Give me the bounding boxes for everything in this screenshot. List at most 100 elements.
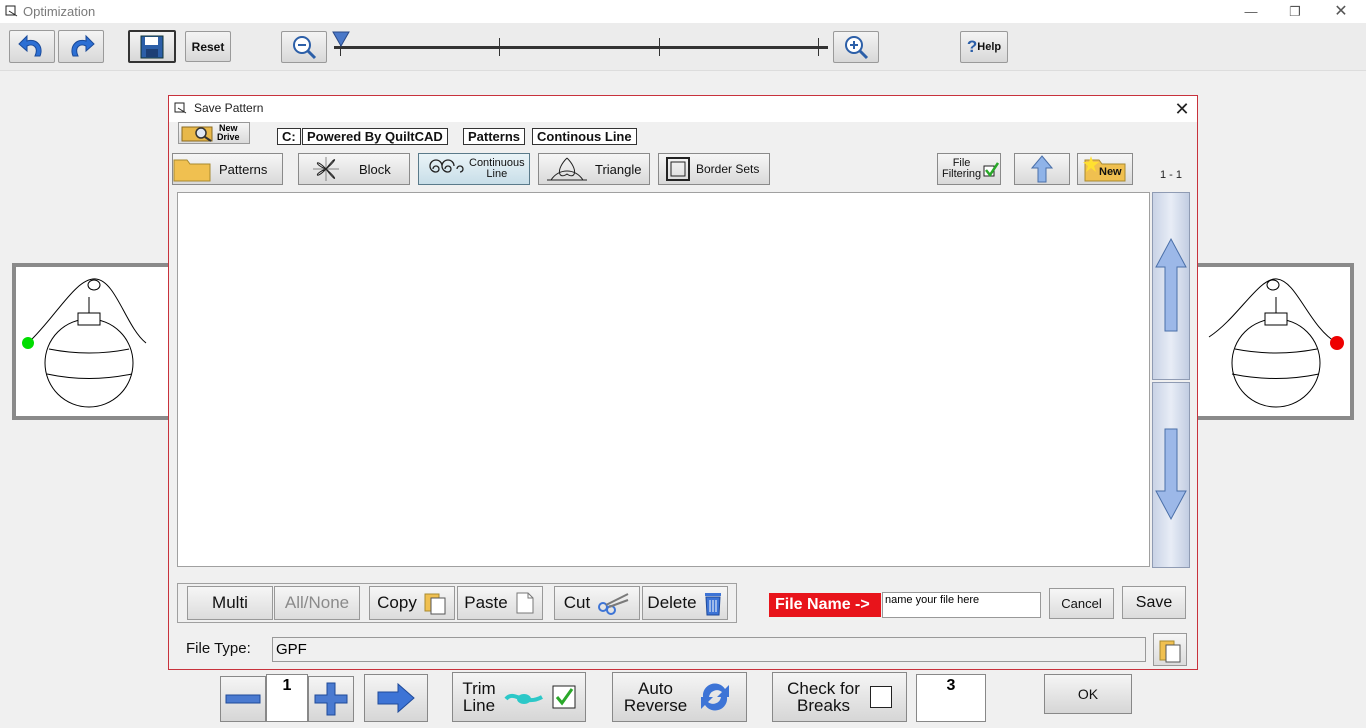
category-border-sets[interactable]: Border Sets xyxy=(658,153,770,185)
breadcrumb-drive[interactable]: C: xyxy=(277,128,301,145)
minimize-button[interactable]: — xyxy=(1228,0,1274,23)
right-arrow-icon xyxy=(377,682,415,714)
plus-icon xyxy=(314,682,348,716)
zoom-tick xyxy=(659,38,660,56)
next-arrow-button[interactable] xyxy=(364,674,428,722)
clipboard-icon xyxy=(1159,640,1181,662)
scroll-up-arrow-icon xyxy=(1155,237,1187,332)
breadcrumb-quiltcad[interactable]: Powered By QuiltCAD xyxy=(302,128,448,145)
trim-line-icon xyxy=(504,693,543,704)
new-drive-label-2: Drive xyxy=(217,132,240,142)
scroll-down-button[interactable] xyxy=(1152,382,1190,568)
new-folder-label: New xyxy=(1099,166,1122,178)
border-icon xyxy=(666,157,690,181)
copy-icon xyxy=(424,593,446,615)
cancel-button[interactable]: Cancel xyxy=(1049,588,1114,619)
breadcrumb-patterns[interactable]: Patterns xyxy=(463,128,526,145)
copy-label: Copy xyxy=(377,593,417,612)
all-none-button[interactable]: All/None xyxy=(274,586,360,620)
decrement-button[interactable] xyxy=(220,676,266,722)
trim-line-label-1: Trim xyxy=(462,679,496,698)
block-icon xyxy=(313,157,339,181)
trim-line-checkbox[interactable] xyxy=(552,685,576,709)
help-icon: ? xyxy=(966,37,978,56)
redo-button[interactable] xyxy=(58,30,104,63)
window-title: Optimization xyxy=(23,4,96,19)
pattern-preview-end xyxy=(1185,263,1354,420)
restore-button[interactable]: ❐ xyxy=(1272,0,1318,23)
stepper-value[interactable]: 1 xyxy=(266,674,308,722)
file-name-input[interactable] xyxy=(882,592,1041,618)
file-filtering-button[interactable]: File Filtering xyxy=(937,153,1001,185)
new-folder-button[interactable]: New xyxy=(1077,153,1133,185)
file-type-browse-button[interactable] xyxy=(1153,633,1187,666)
window-titlebar: Optimization — ❐ ✕ xyxy=(0,0,1366,23)
page-indicator: 1 - 1 xyxy=(1159,169,1182,181)
scroll-down-arrow-icon xyxy=(1155,428,1187,521)
increment-button[interactable] xyxy=(308,676,354,722)
minus-icon xyxy=(225,694,261,704)
auto-reverse-label-1: Auto xyxy=(638,679,673,698)
zoom-tick xyxy=(499,38,500,56)
start-point-dot xyxy=(22,337,34,349)
main-toolbar: Reset ? Help xyxy=(0,23,1366,71)
check-breaks-button[interactable]: Check for Breaks xyxy=(772,672,907,722)
auto-reverse-button[interactable]: Auto Reverse xyxy=(612,672,747,722)
trash-icon xyxy=(704,593,721,616)
close-button[interactable]: ✕ xyxy=(1318,0,1364,23)
ornament-pattern-drawing xyxy=(1208,278,1344,408)
multi-button[interactable]: Multi xyxy=(187,586,273,620)
zoom-in-icon xyxy=(845,36,869,60)
undo-icon xyxy=(18,34,42,56)
paste-button[interactable]: Paste xyxy=(457,586,543,620)
copy-button[interactable]: Copy xyxy=(369,586,455,620)
category-triangle-label: Triangle xyxy=(595,161,642,177)
zoom-slider-thumb[interactable] xyxy=(332,31,350,47)
cut-button[interactable]: Cut xyxy=(554,586,640,620)
check-breaks-checkbox[interactable] xyxy=(869,686,892,708)
trim-line-label-2: Line xyxy=(462,696,496,715)
category-continuous-line-label-2: Line xyxy=(486,168,508,180)
category-patterns-label: Patterns xyxy=(219,161,268,177)
up-arrow-icon xyxy=(1031,155,1053,183)
cancel-label: Cancel xyxy=(1061,596,1102,611)
trim-line-button[interactable]: Trim Line xyxy=(452,672,586,722)
ornament-pattern-drawing xyxy=(22,278,147,408)
zoom-in-button[interactable] xyxy=(833,31,879,63)
help-button[interactable]: ? Help xyxy=(960,31,1008,63)
reset-button[interactable]: Reset xyxy=(185,31,231,62)
help-label: Help xyxy=(977,41,1002,53)
multi-label: Multi xyxy=(212,593,248,612)
save-button[interactable]: Save xyxy=(1122,586,1186,619)
ok-label: OK xyxy=(1077,686,1099,702)
end-point-dot xyxy=(1330,336,1344,350)
new-drive-button[interactable]: New Drive xyxy=(178,122,250,144)
delete-label: Delete xyxy=(647,593,697,612)
breadcrumb-continous-line[interactable]: Continous Line xyxy=(532,128,637,145)
pattern-preview-start xyxy=(12,263,182,420)
file-list[interactable] xyxy=(177,192,1150,567)
scissors-icon xyxy=(598,593,629,615)
save-toolbar-button[interactable] xyxy=(128,30,176,63)
new-folder-icon: New xyxy=(1083,156,1127,182)
category-continuous-line[interactable]: Continuous Line xyxy=(418,153,530,185)
zoom-out-button[interactable] xyxy=(281,31,327,63)
cut-label: Cut xyxy=(563,593,591,612)
delete-button[interactable]: Delete xyxy=(642,586,728,620)
scroll-up-button[interactable] xyxy=(1152,192,1190,380)
check-breaks-label-1: Check for xyxy=(787,679,860,698)
zoom-out-icon xyxy=(293,36,317,60)
category-triangle[interactable]: Triangle xyxy=(538,153,650,185)
reverse-arrows-icon xyxy=(701,683,730,711)
paste-label: Paste xyxy=(464,593,508,612)
category-patterns[interactable]: Patterns xyxy=(172,153,283,185)
folder-up-button[interactable] xyxy=(1014,153,1070,185)
dialog-close-button[interactable]: ✕ xyxy=(1169,97,1195,121)
save-label: Save xyxy=(1135,593,1173,611)
ok-button[interactable]: OK xyxy=(1044,674,1132,714)
file-type-field[interactable]: GPF xyxy=(272,637,1146,662)
category-block[interactable]: Block xyxy=(298,153,410,185)
app-icon xyxy=(5,5,18,17)
undo-button[interactable] xyxy=(9,30,55,63)
zoom-slider-track[interactable] xyxy=(334,46,828,49)
